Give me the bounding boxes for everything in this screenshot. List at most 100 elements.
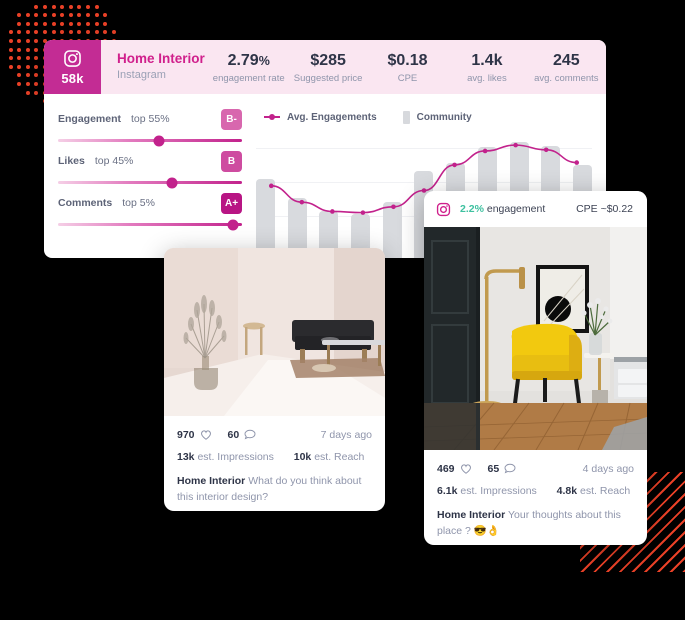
- post-card-right[interactable]: 2.2% engagement CPE ~$0.22 469 65 4 days…: [424, 191, 647, 545]
- metric-likes: Likes top 45% B: [58, 150, 242, 188]
- decorative-dot: [43, 4, 47, 9]
- stat-value: 245: [552, 51, 580, 69]
- decorative-dot: [77, 30, 82, 35]
- post-image-right: [424, 227, 647, 450]
- decorative-dot: [25, 39, 30, 43]
- metric-slider-track[interactable]: [58, 135, 242, 146]
- instagram-icon: [436, 202, 451, 217]
- screenshot-stage: 58k Home Interior Instagram 2.79% engagem…: [0, 0, 685, 620]
- decorative-dot: [103, 21, 108, 26]
- impressions-value: 13k: [177, 451, 195, 463]
- decorative-dot: [34, 39, 39, 43]
- metric-percentile: top 55%: [131, 113, 170, 125]
- legend-item[interactable]: Community: [402, 110, 472, 124]
- chart-line-point: [299, 199, 305, 205]
- stat-engagement-rate: 2.79% engagement rate: [209, 51, 288, 84]
- metric-slider-knob[interactable]: [227, 219, 239, 230]
- chart-line-point: [360, 210, 366, 215]
- decorative-dot: [25, 64, 30, 69]
- decorative-dot: [25, 47, 30, 52]
- post-age: 7 days ago: [320, 428, 372, 441]
- chart-line-point: [543, 147, 549, 153]
- decorative-dot: [94, 4, 99, 9]
- decorative-dot: [17, 47, 22, 52]
- legend-square-marker-icon: [402, 110, 410, 124]
- decorative-dot: [43, 13, 47, 18]
- stat-value: 1.4k: [471, 51, 503, 69]
- decorative-dot: [34, 56, 39, 61]
- decorative-dot: [8, 56, 13, 61]
- metric-engagement: Engagement top 55% B-: [58, 108, 242, 146]
- decorative-dot: [86, 30, 90, 35]
- decorative-dot: [86, 4, 90, 9]
- decorative-dot: [51, 30, 56, 35]
- overlay-engagement: 2.2% engagement: [460, 203, 545, 215]
- decorative-dot: [25, 90, 30, 95]
- decorative-dot: [8, 39, 13, 43]
- post-image-left: [164, 248, 385, 416]
- chart-line-point: [391, 204, 396, 210]
- stat-avg-likes: 1.4k avg. likes: [447, 51, 526, 84]
- caption-author: Home Interior: [437, 509, 506, 521]
- legend-label: Avg. Engagements: [287, 111, 377, 123]
- metric-name: Likes: [58, 155, 85, 167]
- impressions-label: est. Impressions: [197, 451, 274, 463]
- metric-slider-track[interactable]: [58, 219, 242, 230]
- decorative-dot: [34, 21, 39, 26]
- post-meta-right: 469 65 4 days ago 6.1k est. Impressions: [424, 450, 647, 545]
- decorative-dot: [8, 64, 13, 69]
- decorative-dot: [94, 21, 99, 26]
- instagram-icon: [63, 49, 82, 68]
- decorative-dot: [94, 13, 99, 18]
- post-card-left[interactable]: 970 60 7 days ago 13k est. Impressions 1…: [164, 248, 385, 511]
- decorative-dot: [60, 30, 65, 35]
- overlay-engagement-value: 2.2%: [460, 203, 484, 215]
- overlay-engagement-label: engagement: [486, 203, 546, 215]
- heart-icon: [200, 429, 212, 440]
- decorative-dot: [34, 73, 39, 78]
- stat-label: engagement rate: [212, 72, 285, 84]
- stat-value: $285: [310, 51, 346, 69]
- stat-avg-comments: 245 avg. comments: [527, 51, 606, 84]
- stat-label: Suggested price: [293, 72, 363, 84]
- decorative-dot: [25, 30, 30, 35]
- decorative-dot: [34, 90, 39, 95]
- heart-icon: [460, 463, 472, 474]
- decorative-dot: [77, 4, 82, 9]
- like-count: 970: [177, 428, 195, 441]
- legend-label: Community: [416, 111, 472, 123]
- decorative-dot: [8, 30, 13, 35]
- reach-label: est. Reach: [314, 451, 365, 463]
- post-reach-row: 6.1k est. Impressions 4.8k est. Reach: [437, 485, 634, 497]
- metrics-list: Engagement top 55% B- Likes top 45% B Comments…: [44, 108, 256, 258]
- impressions-label: est. Impressions: [460, 485, 537, 497]
- metric-header: Engagement top 55% B-: [58, 108, 242, 130]
- decorative-dot: [51, 21, 56, 26]
- metric-slider-knob[interactable]: [153, 135, 165, 146]
- decorative-dot: [25, 13, 30, 18]
- metric-name: Engagement: [58, 113, 122, 125]
- reach-value: 4.8k: [556, 485, 578, 497]
- decorative-dot: [68, 21, 73, 26]
- decorative-dot: [60, 21, 65, 26]
- chart-line-point: [330, 209, 335, 214]
- brand-info: Home Interior Instagram: [101, 40, 209, 94]
- metric-slider-knob[interactable]: [166, 177, 178, 188]
- decorative-dot: [103, 30, 108, 35]
- decorative-dot: [60, 4, 65, 9]
- decorative-dot: [68, 30, 73, 35]
- decorative-dot: [25, 21, 30, 26]
- profile-avatar-block[interactable]: 58k: [44, 40, 101, 94]
- decorative-dot: [103, 13, 108, 18]
- stats-row: 2.79% engagement rate $285 Suggested price $…: [209, 40, 606, 94]
- metric-slider-track[interactable]: [58, 177, 242, 188]
- metric-name: Comments: [58, 197, 113, 209]
- post-caption: Home Interior What do you think about th…: [177, 474, 372, 506]
- decorative-dot: [86, 21, 90, 26]
- decorative-dot: [17, 39, 22, 43]
- legend-item[interactable]: Avg. Engagements: [264, 112, 377, 123]
- stat-cpe: $0.18 CPE: [368, 51, 447, 84]
- stat-label: CPE: [397, 72, 418, 84]
- decorative-dot: [111, 30, 116, 35]
- decorative-dot: [68, 13, 73, 18]
